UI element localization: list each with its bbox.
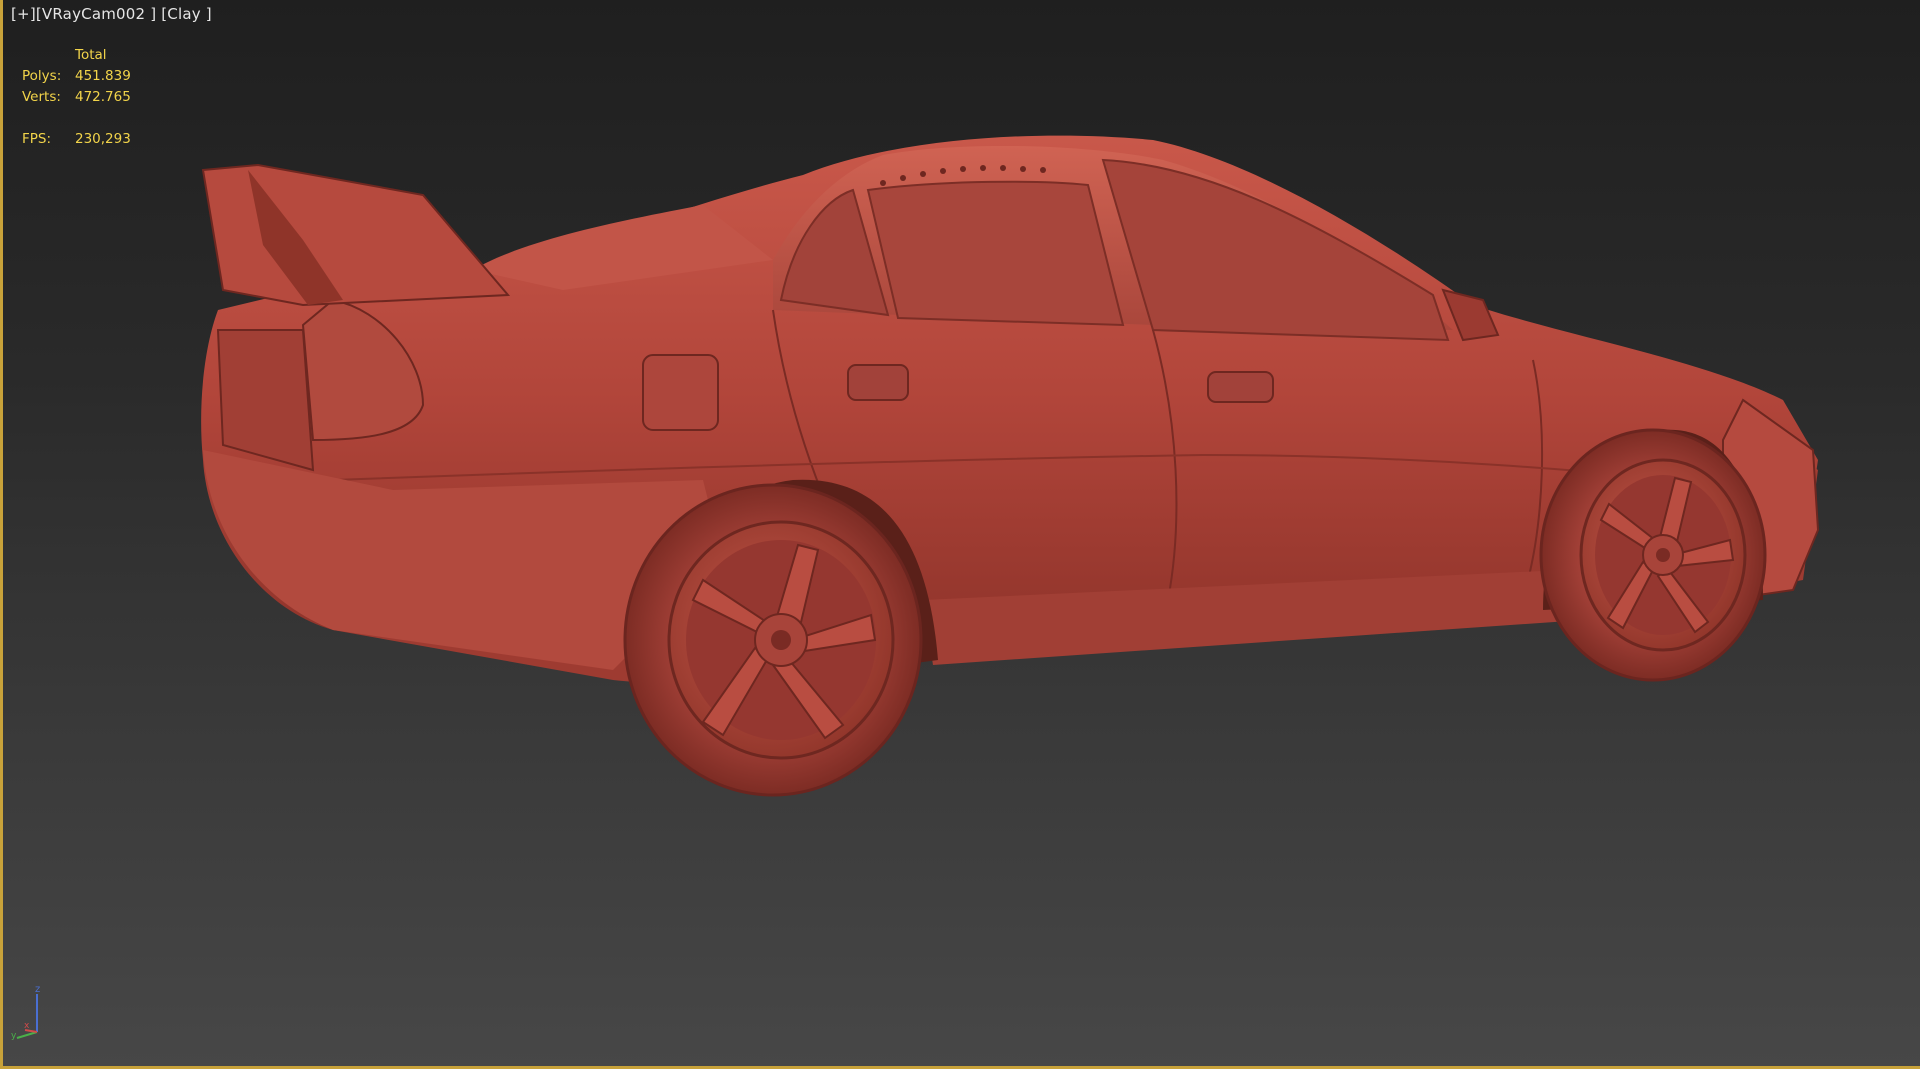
viewport-perspective[interactable]: [+][VRayCam002 ] [Clay ] Total Polys: 451… (0, 0, 1920, 1069)
rear-wheel (623, 483, 923, 797)
front-wheel (1539, 428, 1767, 682)
x-axis-label: x (24, 1021, 30, 1031)
rear-spoiler (201, 163, 511, 307)
front-door-handle (1207, 371, 1274, 403)
rear-door-handle (847, 364, 909, 401)
y-axis-line (16, 1031, 38, 1039)
axis-gizmo: z x y (11, 984, 40, 1040)
car-clay-model[interactable] (3, 0, 1920, 1069)
fuel-cap (642, 354, 719, 431)
rear-door-window (866, 180, 1125, 327)
y-axis-label: y (11, 1031, 17, 1040)
z-axis-label: z (35, 984, 40, 995)
